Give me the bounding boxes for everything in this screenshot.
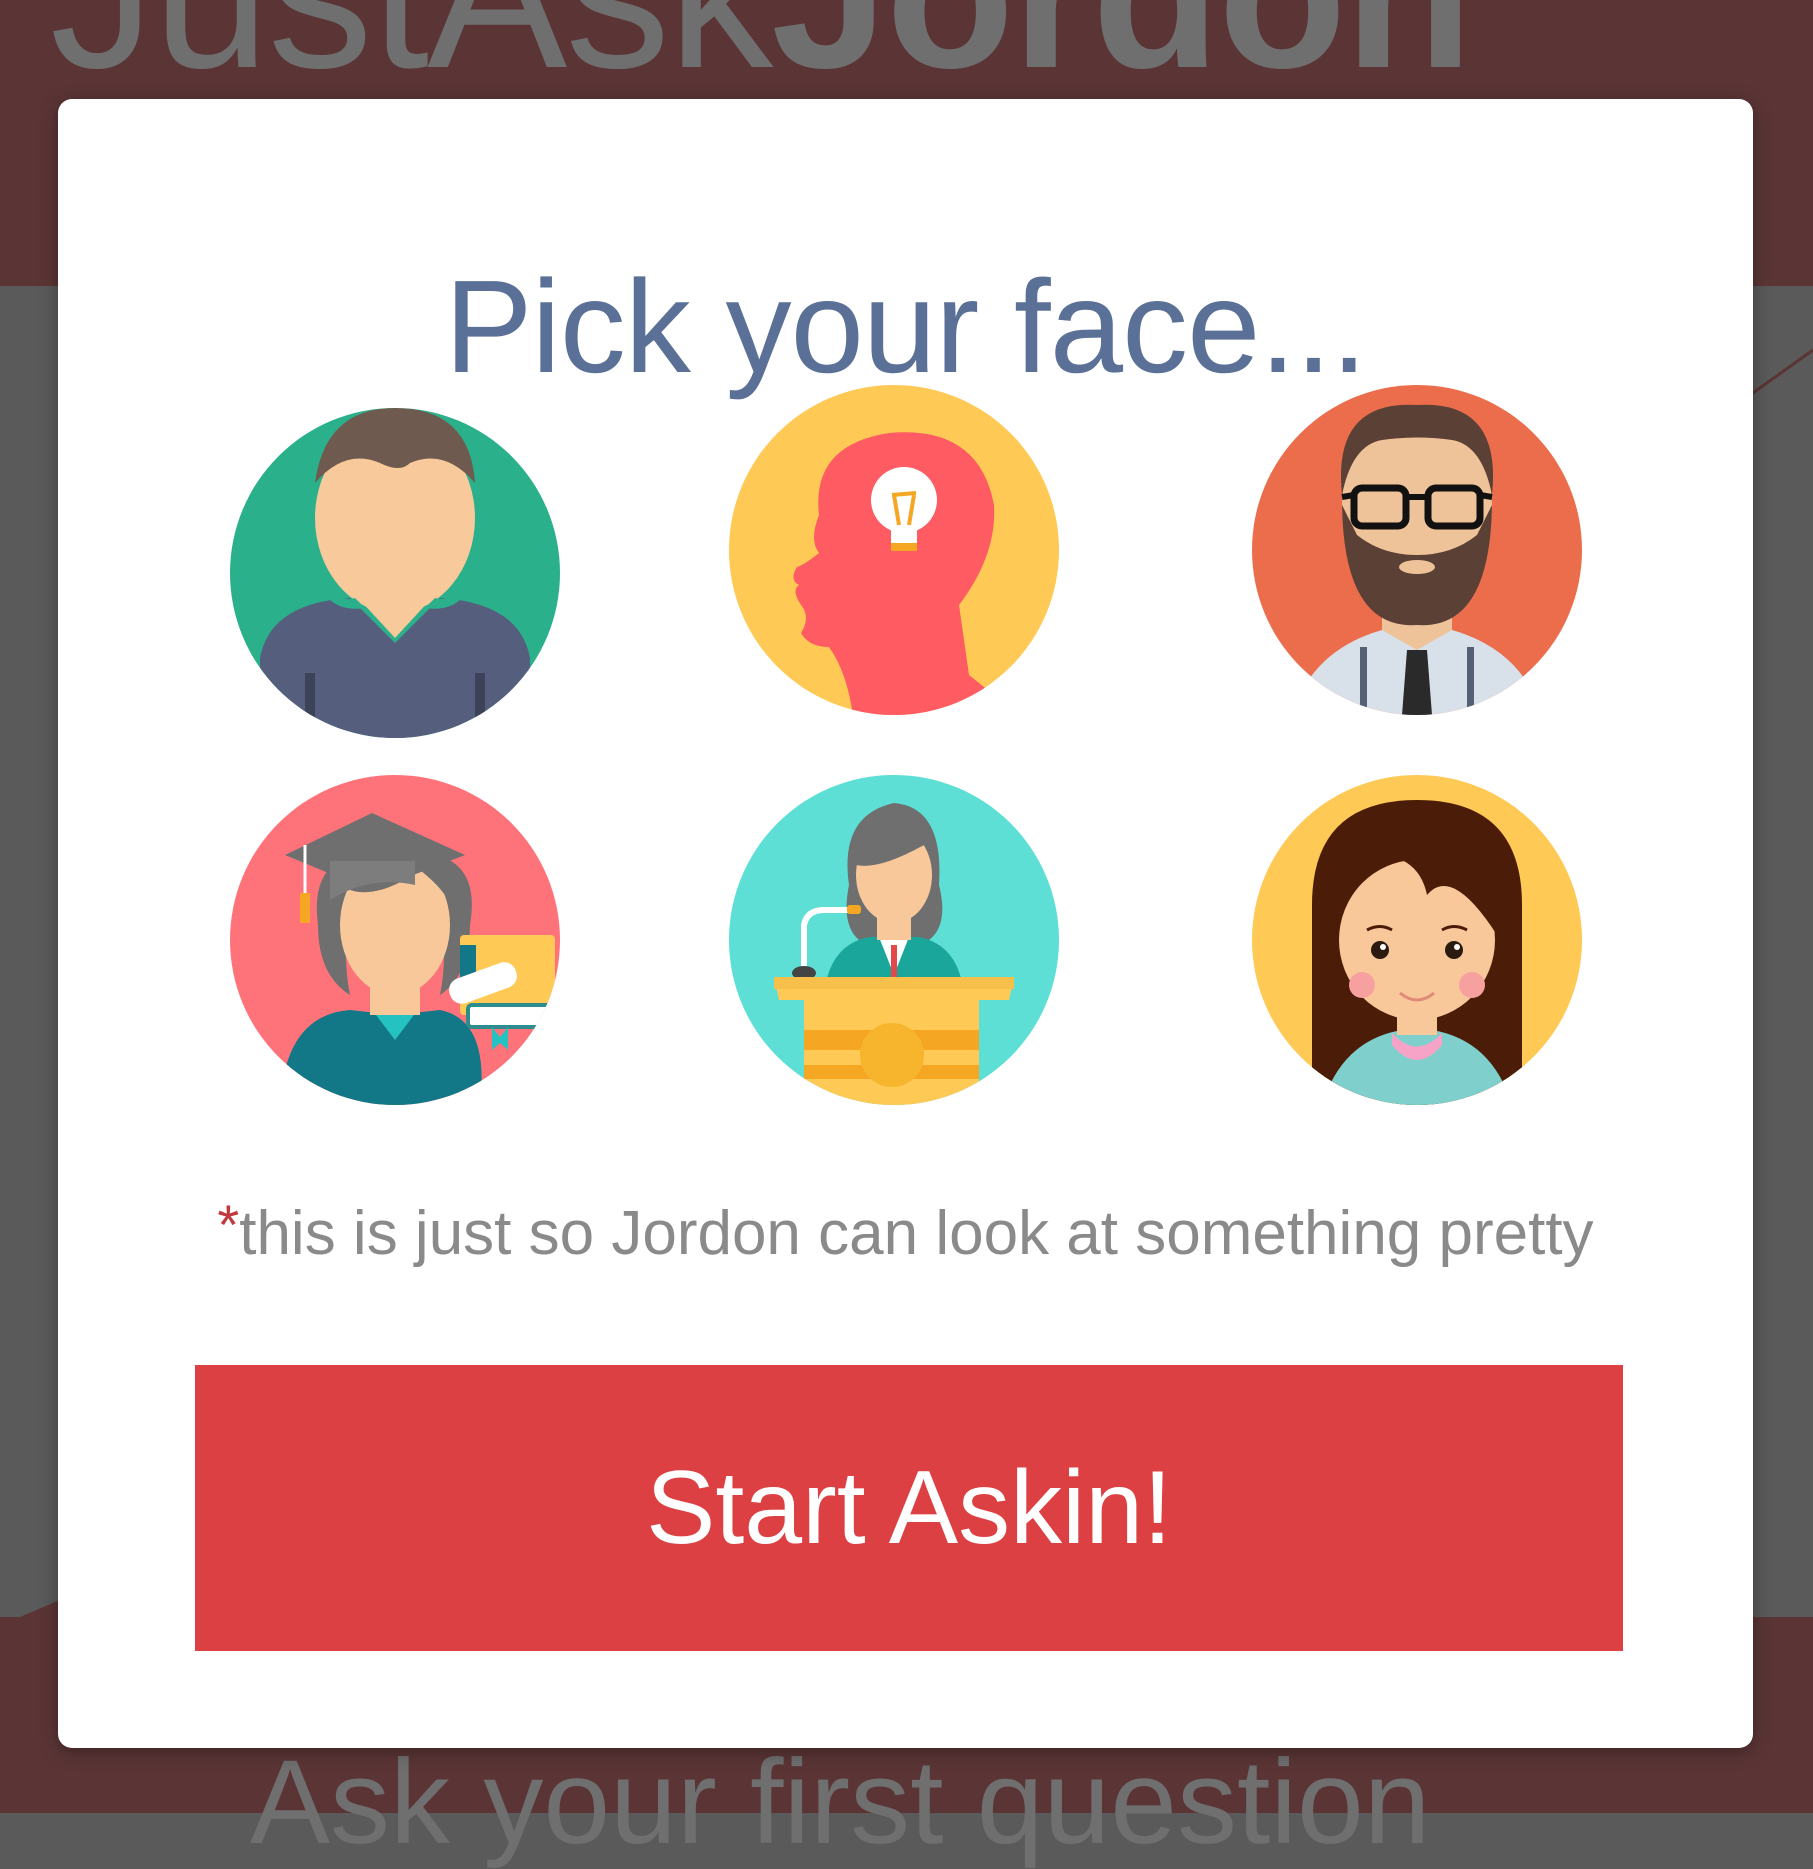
avatar-bearded-man[interactable]	[1252, 385, 1582, 715]
avatar-idea-head[interactable]	[729, 385, 1059, 715]
app-logo-just: Just	[50, 0, 429, 112]
lightbulb-head-icon	[729, 385, 1059, 715]
pick-face-modal: Pick your face... *this is just so Jordo…	[58, 99, 1753, 1748]
note-text: *this is just so Jordon can look at some…	[58, 1197, 1753, 1265]
avatar-speaker[interactable]	[729, 775, 1059, 1105]
avatar-graduate[interactable]	[230, 775, 560, 1105]
app-logo-ask: Ask	[427, 0, 773, 112]
note-body: this is just so Jordon can look at somet…	[239, 1199, 1594, 1268]
avatar-woman[interactable]	[230, 408, 560, 738]
app-logo: JustAskJordon	[50, 0, 1473, 100]
modal-title: Pick your face...	[444, 253, 1367, 400]
graduate-icon	[230, 775, 560, 1105]
app-logo-jordon: Jordon	[771, 0, 1473, 112]
girl-icon	[1252, 775, 1582, 1105]
bearded-man-icon	[1252, 385, 1582, 715]
note-asterisk: *	[217, 1193, 240, 1256]
start-askin-button[interactable]: Start Askin!	[195, 1365, 1623, 1651]
ask-first-question-text: Ask your first question	[250, 1735, 1431, 1869]
speaker-podium-icon	[729, 775, 1059, 1105]
woman-avatar-icon	[230, 408, 560, 738]
avatar-girl[interactable]	[1252, 775, 1582, 1105]
